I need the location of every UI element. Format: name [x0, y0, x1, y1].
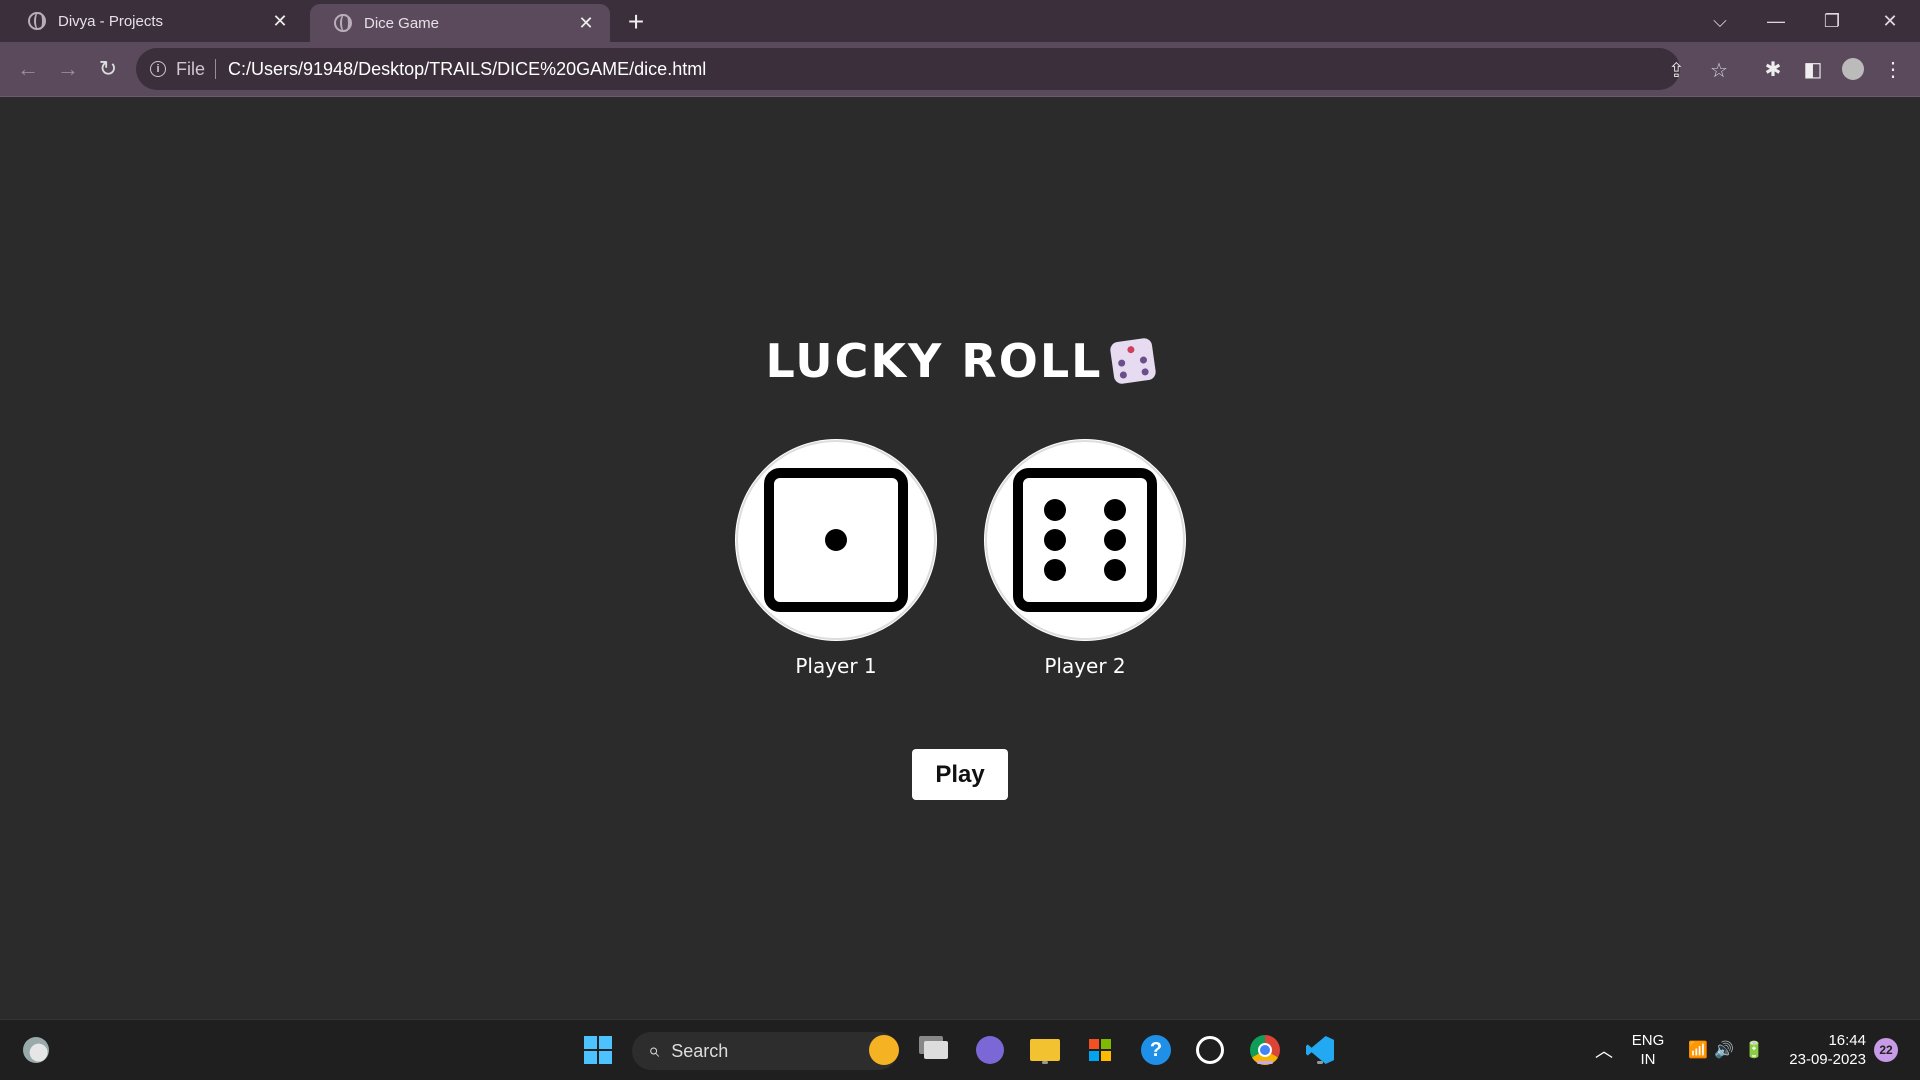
show-hidden-icons-chevron-icon[interactable]: ︿: [1586, 1032, 1622, 1068]
teams-chat-icon[interactable]: [972, 1032, 1008, 1068]
globe-icon: [28, 12, 46, 30]
search-highlight-icon[interactable]: [836, 1032, 906, 1068]
page-title: LUCKY ROLL: [0, 334, 1920, 388]
close-tab-icon[interactable]: ✕: [576, 13, 596, 34]
new-tab-button[interactable]: +: [624, 6, 648, 38]
side-panel-icon[interactable]: ◧: [1800, 56, 1826, 82]
region-code: IN: [1640, 1051, 1656, 1068]
player-1-card: Player 1: [736, 440, 936, 678]
search-icon: ⌕: [648, 1039, 660, 1062]
profile-avatar-icon[interactable]: [1840, 56, 1866, 82]
dice-face-six-icon: [1013, 468, 1157, 612]
page-title-text: LUCKY ROLL: [765, 334, 1103, 388]
vscode-icon[interactable]: [1302, 1032, 1338, 1068]
player-2-dice-circle: [985, 440, 1185, 640]
share-icon[interactable]: ⇪: [1668, 58, 1685, 83]
player-2-card: Player 2: [985, 440, 1185, 678]
battery-icon[interactable]: 🔋: [1736, 1032, 1772, 1068]
tab-dice-game[interactable]: Dice Game ✕: [310, 4, 610, 42]
url-text[interactable]: C:/Users/91948/Desktop/TRAILS/DICE%20GAM…: [228, 59, 706, 80]
browser-toolbar: ← → ↻ i File C:/Users/91948/Desktop/TRAI…: [0, 42, 1920, 97]
app-shield-icon[interactable]: [1192, 1032, 1228, 1068]
taskbar: ⌕ Search ? ︿ ENG IN 📶 🔊 🔋 16:44 23-09-20…: [0, 1019, 1920, 1080]
notification-badge[interactable]: 22: [1874, 1038, 1898, 1062]
player-1-dice-circle: [736, 440, 936, 640]
start-windows-icon[interactable]: [580, 1032, 616, 1068]
game-die-icon: [1109, 336, 1158, 385]
globe-icon: [334, 14, 352, 32]
reload-button[interactable]: ↻: [94, 55, 122, 83]
clock-date: 23-09-2023: [1789, 1051, 1866, 1068]
address-bar[interactable]: i File C:/Users/91948/Desktop/TRAILS/DIC…: [136, 48, 1728, 90]
clock[interactable]: 16:44 23-09-2023: [1776, 1031, 1866, 1069]
player-1-label: Player 1: [795, 654, 877, 678]
menu-kebab-icon[interactable]: ⋮: [1880, 56, 1906, 82]
search-label: Search: [671, 1040, 729, 1061]
clock-time: 16:44: [1828, 1032, 1866, 1049]
browser-tab-strip: Divya - Projects ✕ Dice Game ✕ + ⌵ — ❐ ✕: [0, 0, 1920, 42]
tab-divya-projects[interactable]: Divya - Projects ✕: [4, 0, 304, 42]
player-2-label: Player 2: [1044, 654, 1126, 678]
bookmark-star-icon[interactable]: ☆: [1710, 58, 1728, 83]
forward-button[interactable]: →: [54, 55, 82, 83]
task-view-icon[interactable]: [918, 1032, 954, 1068]
back-button[interactable]: ←: [14, 55, 42, 83]
input-language-indicator[interactable]: ENG IN: [1630, 1031, 1666, 1069]
dice-game-page: LUCKY ROLL Player 1 Player 2 Play: [0, 98, 1920, 1019]
get-help-icon[interactable]: ?: [1138, 1032, 1174, 1068]
weather-icon[interactable]: [18, 1032, 54, 1068]
chrome-icon[interactable]: [1247, 1032, 1283, 1068]
close-tab-icon[interactable]: ✕: [270, 11, 290, 32]
extensions-icon[interactable]: ✱: [1760, 56, 1786, 82]
scheme-label: File: [176, 59, 217, 79]
tab-search-chevron-icon[interactable]: ⌵: [1692, 0, 1748, 42]
file-explorer-icon[interactable]: [1027, 1032, 1063, 1068]
play-button[interactable]: Play: [912, 749, 1008, 800]
site-info-icon[interactable]: i: [150, 61, 166, 77]
tab-title: Divya - Projects: [58, 12, 164, 30]
close-window-button[interactable]: ✕: [1862, 0, 1918, 42]
minimize-button[interactable]: —: [1748, 0, 1804, 42]
restore-button[interactable]: ❐: [1804, 0, 1860, 42]
tab-title: Dice Game: [364, 14, 440, 32]
language-code: ENG: [1631, 1032, 1665, 1049]
dice-face-one-icon: [764, 468, 908, 612]
microsoft-store-icon[interactable]: [1082, 1032, 1118, 1068]
